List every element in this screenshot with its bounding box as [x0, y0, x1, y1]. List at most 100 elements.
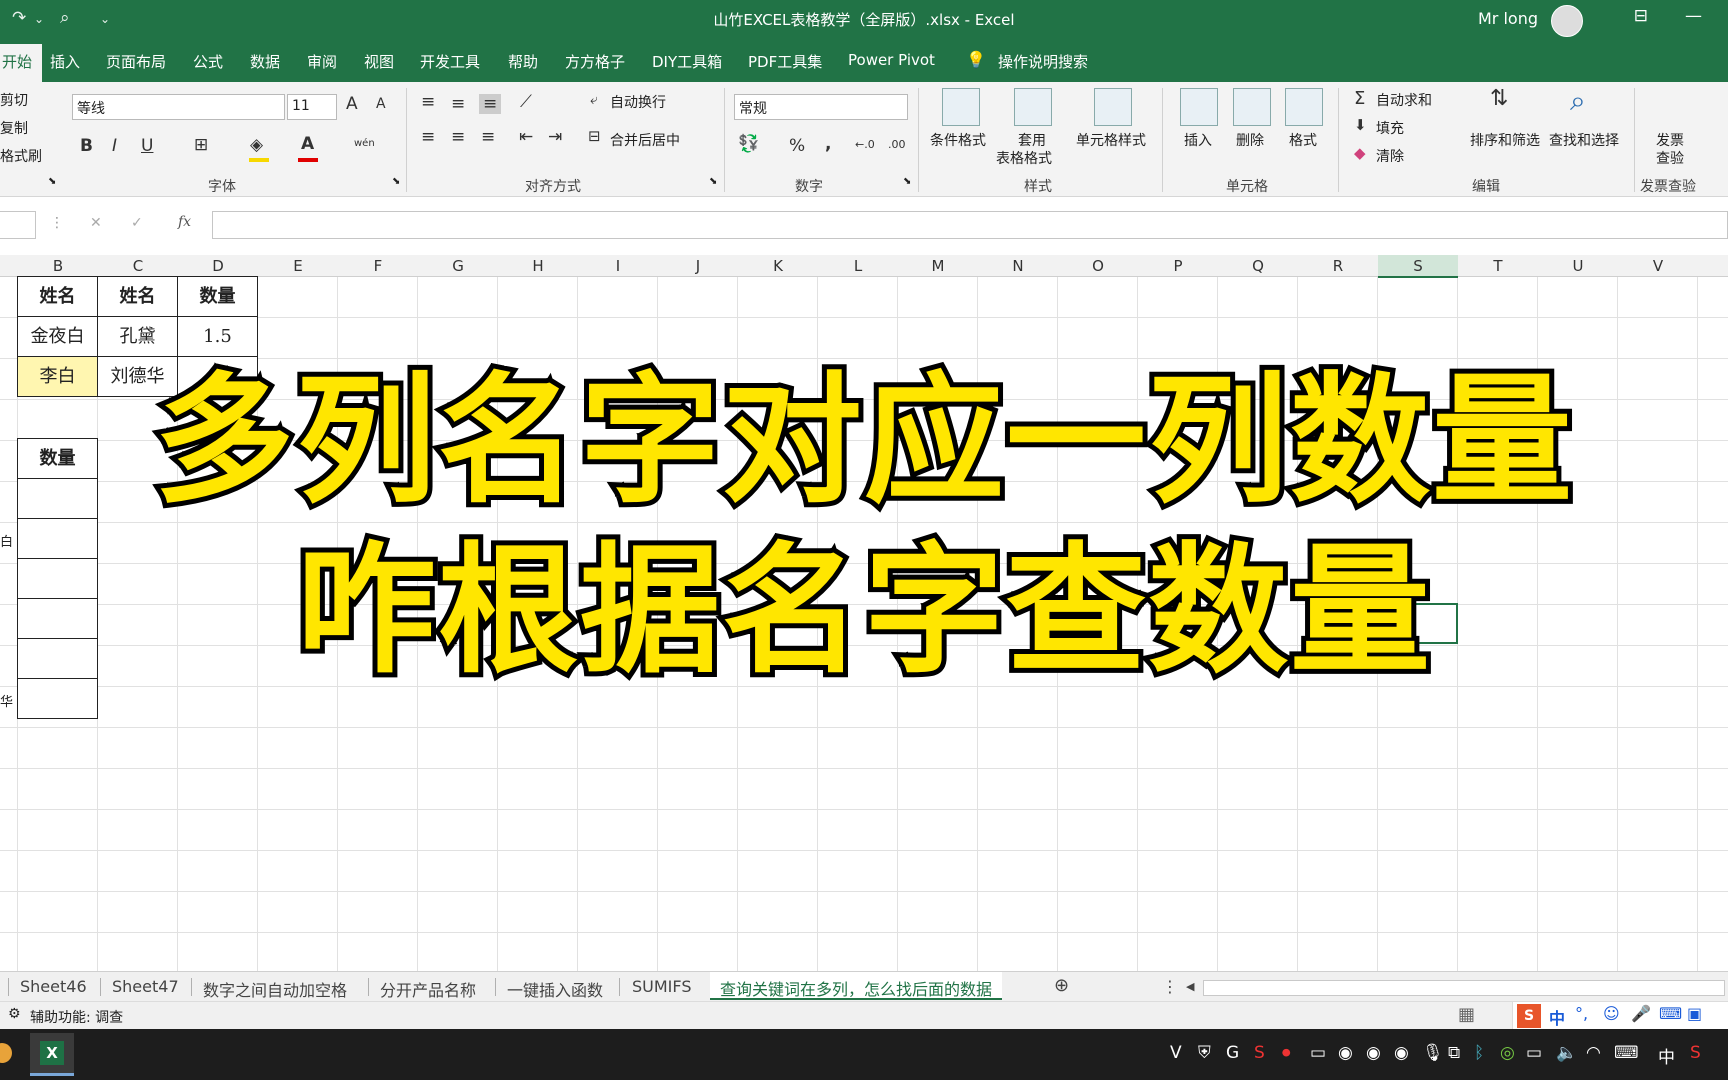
sheet-tab[interactable]: 数字之间自动加空格	[203, 977, 347, 1001]
table-header-cell[interactable]: 姓名	[97, 276, 178, 317]
align-bottom-icon[interactable]: ≡	[479, 94, 502, 114]
tab-insert[interactable]: 插入	[50, 51, 80, 72]
find-select-button[interactable]: 查找和选择	[1549, 130, 1619, 150]
decrease-decimal-button[interactable]: .00	[888, 138, 906, 151]
column-header[interactable]: M	[898, 257, 978, 275]
formula-input[interactable]	[212, 211, 1728, 239]
cut-button[interactable]: 剪切	[0, 90, 28, 110]
add-sheet-icon[interactable]: ⊕	[1054, 975, 1069, 996]
fill-button[interactable]: 填充	[1376, 118, 1404, 138]
column-header[interactable]: N	[978, 257, 1058, 275]
sheet-tab[interactable]: Sheet47	[112, 977, 179, 996]
chat-icon[interactable]: ▭	[1310, 1043, 1326, 1063]
increase-decimal-button[interactable]: ←.0	[855, 138, 875, 151]
decrease-indent-icon[interactable]: ⇤	[519, 127, 533, 147]
table-cell[interactable]: 孔黛	[97, 316, 178, 357]
column-header[interactable]: O	[1058, 257, 1138, 275]
column-header[interactable]: E	[258, 257, 338, 275]
merge-center-button[interactable]: 合并后居中	[610, 130, 680, 150]
italic-button[interactable]: I	[112, 136, 117, 156]
column-header[interactable]: J	[658, 257, 738, 275]
wrap-text-button[interactable]: 自动换行	[610, 92, 666, 112]
vpn-icon[interactable]: V	[1170, 1043, 1182, 1063]
toolbox-icon[interactable]: ▣	[1687, 1004, 1702, 1023]
accounting-format-icon[interactable]: 💱	[738, 134, 759, 154]
delete-cells-button[interactable]: 删除	[1236, 130, 1264, 150]
column-header[interactable]: P	[1138, 257, 1218, 275]
font-color-icon[interactable]: A	[301, 134, 314, 154]
tab-formulas[interactable]: 公式	[193, 51, 223, 72]
number-launcher-icon[interactable]: ⬊	[903, 176, 911, 187]
mic-icon[interactable]: 🎙	[1422, 1043, 1444, 1063]
align-left-icon[interactable]: ≡	[421, 127, 435, 147]
emoji-icon[interactable]: ☺	[1603, 1004, 1620, 1023]
wifi-icon[interactable]: ◠	[1586, 1043, 1601, 1063]
ime-mode[interactable]: 中	[1549, 1005, 1565, 1029]
format-cells-button[interactable]: 格式	[1289, 130, 1317, 150]
bluetooth-icon[interactable]: ᛒ	[1474, 1043, 1484, 1063]
volume-icon[interactable]: 🔈	[1556, 1043, 1577, 1063]
table-header-cell[interactable]: 数量	[177, 276, 258, 317]
format-painter-button[interactable]: 格式刷	[0, 146, 42, 166]
grow-font-icon[interactable]: A	[346, 94, 358, 114]
shield-icon[interactable]: ⛨	[1198, 1043, 1211, 1063]
name-box[interactable]	[0, 211, 36, 239]
sogou-icon[interactable]: S	[1517, 1004, 1541, 1028]
enter-icon[interactable]: ✓	[131, 215, 143, 231]
accessibility-icon[interactable]: ⚙	[8, 1006, 21, 1022]
align-right-icon[interactable]: ≡	[481, 127, 495, 147]
column-header[interactable]: L	[818, 257, 898, 275]
tab-review[interactable]: 审阅	[307, 51, 337, 72]
tab-fangfang[interactable]: 方方格子	[565, 51, 625, 72]
ribbon-display-icon[interactable]: ⊟	[1634, 6, 1648, 26]
insert-cells-button[interactable]: 插入	[1184, 130, 1212, 150]
minimize-icon[interactable]: —	[1685, 6, 1702, 26]
column-header-selected[interactable]: S	[1378, 255, 1458, 278]
column-header[interactable]: K	[738, 257, 818, 275]
number-format-box[interactable]: 常规	[734, 94, 908, 120]
battery-icon[interactable]: ▭	[1526, 1043, 1542, 1063]
font-launcher-icon[interactable]: ⬊	[392, 176, 400, 187]
punctuation-icon[interactable]: °,	[1575, 1004, 1588, 1023]
clipboard-launcher-icon[interactable]: ⬊	[48, 176, 56, 187]
tab-diy-toolbox[interactable]: DIY工具箱	[652, 51, 722, 72]
shrink-font-icon[interactable]: A	[376, 96, 386, 112]
accessibility-status[interactable]: 辅助功能: 调查	[30, 1007, 123, 1027]
column-header[interactable]: R	[1298, 257, 1378, 275]
table-cell[interactable]: 1.5	[177, 316, 258, 357]
cell-styles-button[interactable]: 单元格样式	[1076, 130, 1146, 150]
sogou-tray-icon[interactable]: S	[1254, 1043, 1265, 1063]
tab-power-pivot[interactable]: Power Pivot	[848, 51, 935, 69]
align-center-icon[interactable]: ≡	[451, 127, 465, 147]
column-header[interactable]: B	[18, 257, 98, 275]
fill-color-icon[interactable]: ◈	[250, 135, 263, 155]
sheet-tab[interactable]: 分开产品名称	[380, 977, 476, 1001]
column-header[interactable]: V	[1618, 257, 1698, 275]
column-header[interactable]: F	[338, 257, 418, 275]
qq-icon[interactable]: ◉	[1338, 1043, 1353, 1063]
insert-function-icon[interactable]: fx	[178, 214, 191, 230]
merge-icon[interactable]: ⊟	[588, 127, 601, 145]
excel-taskbar-button[interactable]: X	[30, 1033, 74, 1076]
wrap-text-icon[interactable]: ⤶	[590, 92, 598, 108]
alignment-launcher-icon[interactable]: ⬊	[709, 176, 717, 187]
phonetic-icon[interactable]: wén	[354, 138, 375, 149]
tab-data[interactable]: 数据	[250, 51, 280, 72]
avatar[interactable]	[1551, 5, 1583, 37]
font-name-box[interactable]: 等线	[72, 94, 285, 120]
column-header[interactable]: G	[418, 257, 498, 275]
percent-button[interactable]: %	[789, 136, 805, 156]
column-header[interactable]: T	[1458, 257, 1538, 275]
bold-button[interactable]: B	[80, 136, 93, 156]
ime-indicator[interactable]: 中	[1658, 1043, 1675, 1068]
column-header[interactable]: Q	[1218, 257, 1298, 275]
font-size-box[interactable]: 11	[287, 94, 337, 120]
scroll-left-icon[interactable]: ◀	[1186, 980, 1194, 993]
autosum-icon[interactable]: Σ	[1354, 88, 1365, 109]
eraser-icon[interactable]: ◆	[1354, 144, 1366, 162]
column-header[interactable]: H	[498, 257, 578, 275]
border-icon[interactable]: ⊞	[194, 135, 208, 155]
comma-button[interactable]: ,	[825, 134, 831, 154]
keyboard-icon[interactable]: ⌨	[1659, 1004, 1682, 1023]
underline-button[interactable]: U	[141, 136, 153, 156]
